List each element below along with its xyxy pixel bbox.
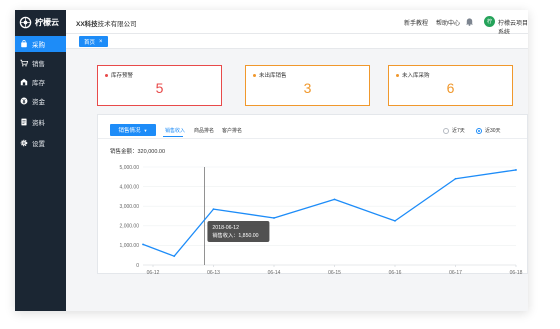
x-tick-label: 06-17	[449, 270, 462, 275]
close-icon[interactable]: ×	[99, 39, 103, 45]
card-title-text: 未入库采购	[402, 73, 430, 79]
data-point	[212, 208, 215, 211]
data-point	[454, 177, 457, 180]
tab-bar: 首页 ×	[66, 34, 528, 49]
sidebar: 柠檬云 采购 销售 库存 资金 资料 设置	[15, 10, 66, 311]
status-dot-icon	[396, 73, 399, 77]
x-tick-label: 06-16	[389, 270, 402, 275]
help-center-link[interactable]: 帮助中心	[436, 18, 460, 27]
sidebar-item-records[interactable]: 资料	[15, 114, 66, 130]
data-point	[173, 255, 176, 258]
card-title-text: 库存预警	[111, 73, 134, 79]
sidebar-item-label: 库存	[32, 80, 45, 87]
app-logo[interactable]: 柠檬云	[15, 10, 66, 34]
sidebar-item-label: 采购	[32, 42, 45, 49]
sidebar-item-label: 资金	[32, 99, 45, 106]
company-name: XX科技技术有限公司	[76, 18, 137, 28]
bell-icon[interactable]	[465, 17, 474, 26]
bag-icon	[21, 40, 27, 48]
sidebar-item-sales[interactable]: 销售	[15, 55, 66, 71]
data-point	[333, 198, 336, 201]
data-point	[142, 243, 144, 246]
y-tick-label: 2,000.00	[120, 224, 140, 230]
x-tick-label: 06-18	[510, 270, 523, 275]
y-tick-label: 4,000.00	[120, 184, 140, 190]
status-dot-icon	[253, 73, 256, 77]
top-bar: XX科技技术有限公司 新手教程 帮助中心 柠 柠檬云项目系统	[66, 10, 528, 36]
card-value: 3	[303, 80, 312, 96]
company-name-highlight: XX科技	[76, 21, 98, 28]
data-point	[394, 220, 396, 222]
app-window: 柠檬云 采购 销售 库存 资金 资料 设置 XX科技技术有限公司 新手教程 帮助…	[15, 10, 528, 311]
money-icon	[20, 97, 28, 105]
card-value: 6	[446, 80, 455, 96]
status-dot-icon	[105, 73, 108, 77]
sales-panel: 销售情况 ▼ 销售收入 商品排名 客户排名 近7天 近30天 销售金额：320,…	[97, 114, 528, 275]
tooltip-date: 2018-06-12	[212, 225, 239, 231]
series-line	[142, 169, 517, 257]
company-name-rest: 技术有限公司	[97, 21, 137, 28]
y-tick-label: 5,000.00	[120, 165, 140, 171]
sidebar-item-label: 设置	[32, 141, 45, 148]
lemon-logo-icon	[19, 16, 32, 28]
document-icon	[21, 118, 27, 126]
y-tick-label: 0	[136, 263, 139, 269]
sales-line-chart[interactable]: 5,000.00 4,000.00 3,000.00 2,000.00 1,000.00…	[98, 115, 528, 275]
y-tick-label: 3,000.00	[120, 204, 140, 210]
y-tick-label: 1,000.00	[120, 243, 140, 249]
card-title-text: 未出库销售	[259, 73, 287, 79]
sidebar-item-label: 销售	[32, 61, 45, 68]
sidebar-item-inventory[interactable]: 库存	[15, 74, 66, 90]
stat-card-unreceived-purchases[interactable]: 未入库采购 6	[388, 65, 513, 106]
app-name: 柠檬云	[35, 17, 59, 27]
data-point	[515, 169, 517, 171]
card-title: 未出库销售	[253, 71, 287, 79]
sidebar-item-label: 资料	[32, 120, 45, 127]
x-tick-label: 06-14	[268, 270, 281, 275]
data-point	[273, 217, 275, 219]
sidebar-item-funds[interactable]: 资金	[15, 93, 66, 109]
card-title: 未入库采购	[396, 71, 430, 79]
x-tick-label: 06-12	[147, 270, 160, 275]
stat-card-stock-warning[interactable]: 库存预警 5	[97, 65, 222, 106]
x-tick-label: 06-15	[328, 270, 341, 275]
tab-home[interactable]: 首页 ×	[79, 36, 108, 47]
sidebar-item-settings[interactable]: 设置	[15, 135, 66, 151]
sidebar-item-purchase[interactable]: 采购	[15, 36, 66, 52]
cart-icon	[20, 59, 28, 67]
card-value: 5	[155, 80, 164, 96]
avatar[interactable]: 柠	[484, 16, 495, 27]
stat-card-unshipped-sales[interactable]: 未出库销售 3	[245, 65, 370, 106]
tab-home-label: 首页	[84, 39, 96, 46]
tooltip-value: 销售收入：1,850.00	[212, 231, 258, 239]
gear-icon	[20, 139, 28, 147]
tutorial-link[interactable]: 新手教程	[404, 18, 428, 27]
warehouse-icon	[20, 78, 28, 86]
x-tick-label: 06-13	[207, 270, 220, 275]
card-title: 库存预警	[105, 71, 133, 79]
